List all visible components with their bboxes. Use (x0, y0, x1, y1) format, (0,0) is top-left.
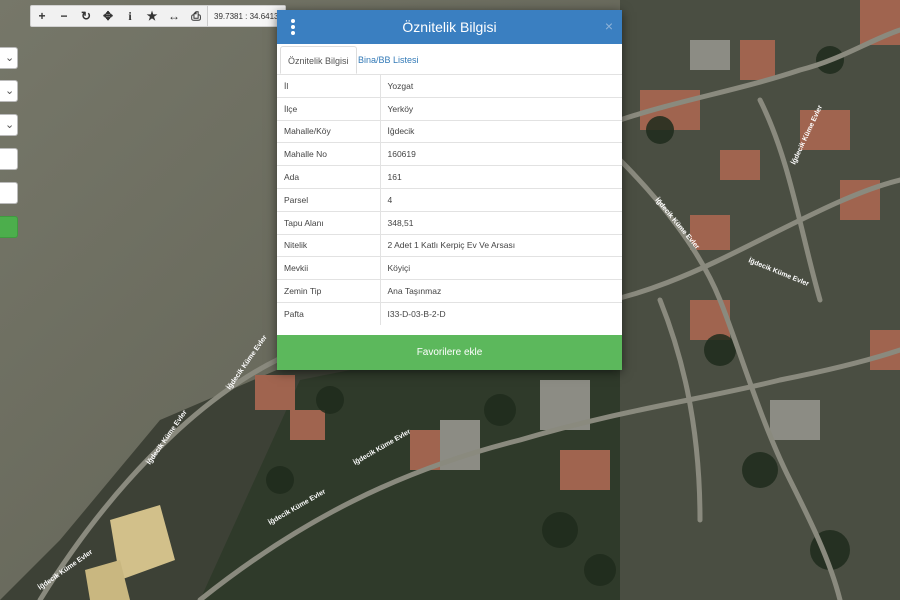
attribute-value: Köyiçi (380, 256, 622, 280)
query-button[interactable] (0, 216, 18, 238)
attribute-value: I33-D-03-B-2-D (380, 301, 622, 326)
attribute-info-dialog: Öznitelik Bilgisi × Öznitelik Bilgisi Bi… (277, 10, 622, 370)
province-select[interactable]: ⌄ (0, 80, 18, 102)
close-icon[interactable]: × (605, 18, 613, 34)
attribute-key: Tapu Alanı (277, 210, 381, 235)
pan-button[interactable]: ✥ (97, 6, 119, 26)
table-row: İl Yozgat (277, 74, 622, 98)
district-select[interactable]: ⌄ (0, 114, 18, 136)
map-toolbar: + − ↻ ✥ i ★ ↔ ⎙ 39.7381 : 34.6413 (30, 5, 286, 27)
attribute-key: Parsel (277, 187, 381, 212)
attribute-value: 4 (380, 187, 622, 212)
chevron-down-icon: ⌄ (5, 85, 15, 97)
coordinate-readout: 39.7381 : 34.6413 (207, 6, 285, 26)
measure-button[interactable]: ↔ (163, 6, 185, 26)
add-to-favorites-button[interactable]: Favorilere ekle (277, 335, 622, 370)
layer-select[interactable]: ⌄ (0, 47, 18, 69)
tab-building-list[interactable]: Bina/BB Listesi (351, 46, 426, 74)
attribute-key: Nitelik (277, 233, 381, 257)
attribute-key: Mevkii (277, 256, 381, 280)
parcel-input[interactable] (0, 182, 18, 204)
attribute-value: 348,51 (380, 210, 622, 235)
attribute-key: Mahalle No (277, 142, 381, 166)
table-row: Mahalle/Köy İğdecik (277, 119, 622, 143)
attribute-value: İğdecik (380, 119, 622, 143)
zoom-out-button[interactable]: − (53, 6, 75, 26)
table-row: Parsel 4 (277, 187, 622, 212)
attribute-value: Yozgat (380, 74, 622, 98)
zoom-in-button[interactable]: + (31, 6, 53, 26)
dialog-header: Öznitelik Bilgisi × (277, 10, 622, 44)
table-row: Ada 161 (277, 165, 622, 189)
block-input[interactable] (0, 148, 18, 170)
table-row: Nitelik 2 Adet 1 Katlı Kerpiç Ev Ve Arsas… (277, 233, 622, 257)
table-row: Mevkii Köyiçi (277, 256, 622, 280)
print-button[interactable]: ⎙ (185, 6, 207, 26)
table-row: İlçe Yerköy (277, 96, 622, 121)
chevron-down-icon: ⌄ (5, 119, 15, 131)
attribute-key: Ada (277, 165, 381, 189)
table-row: Zemin Tip Ana Taşınmaz (277, 279, 622, 303)
attribute-value: 161 (380, 165, 622, 189)
refresh-button[interactable]: ↻ (75, 6, 97, 26)
attribute-key: Zemin Tip (277, 279, 381, 303)
chevron-down-icon: ⌄ (5, 52, 15, 64)
favorite-button[interactable]: ★ (141, 6, 163, 26)
attribute-value: Ana Taşınmaz (380, 279, 622, 303)
info-button[interactable]: i (119, 6, 141, 26)
attribute-value: 2 Adet 1 Katlı Kerpiç Ev Ve Arsası (380, 233, 622, 257)
attribute-key: İlçe (277, 96, 381, 121)
table-row: Tapu Alanı 348,51 (277, 210, 622, 235)
dialog-title: Öznitelik Bilgisi (402, 19, 497, 35)
attribute-value: 160619 (380, 142, 622, 166)
attribute-key: İl (277, 74, 381, 98)
attribute-table: İl Yozgat İlçe Yerköy Mahalle/Köy İğdecik M… (277, 74, 622, 326)
table-row: Pafta I33-D-03-B-2-D (277, 301, 622, 326)
attribute-value: Yerköy (380, 96, 622, 121)
attribute-key: Mahalle/Köy (277, 119, 381, 143)
left-control-panel: ⌄ ⌄ ⌄ (0, 30, 19, 245)
tab-attribute-info[interactable]: Öznitelik Bilgisi (280, 46, 357, 74)
dialog-tabs: Öznitelik Bilgisi Bina/BB Listesi (277, 44, 622, 75)
table-row: Mahalle No 160619 (277, 142, 622, 166)
attribute-key: Pafta (277, 301, 381, 326)
